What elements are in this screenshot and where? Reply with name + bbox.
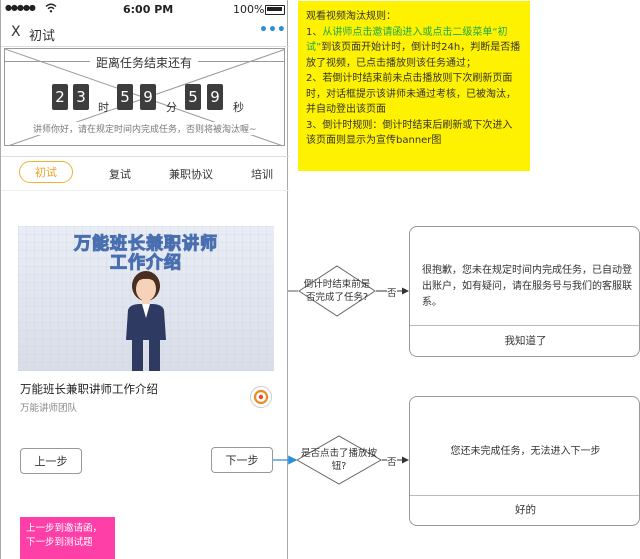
acknowledge-button[interactable]: 我知道了: [410, 325, 639, 356]
incomplete-task-dialog: 您还未完成任务，无法进入下一步 好的: [409, 396, 640, 526]
decision-clicked-play: 是否点击了播放按钮?: [300, 448, 377, 472]
eliminated-dialog: 很抱歉，您未在规定时间内完成任务，已自动登出账户，如有疑问，请在服务号与我们的客…: [409, 226, 640, 357]
incomplete-task-message: 您还未完成任务，无法进入下一步: [450, 446, 601, 457]
eliminated-dialog-message: 很抱歉，您未在规定时间内完成任务，已自动登出账户，如有疑问，请在服务号与我们的客…: [422, 265, 632, 308]
flow2-no-label: 否: [387, 454, 397, 468]
ok-button[interactable]: 好的: [410, 495, 639, 525]
navigation-sticky-note: 上一步到邀请函，下一步到测试题: [20, 517, 115, 559]
flow1-no-label: 否: [387, 285, 397, 299]
decision-countdown-complete: 倒计时结束前是否完成了任务?: [303, 279, 371, 303]
